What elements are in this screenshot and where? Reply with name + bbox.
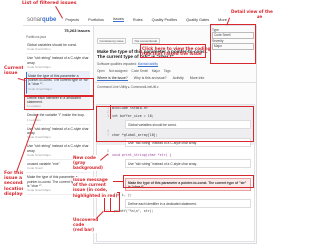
code-line: 11 printf("%s\n", str);	[105, 209, 154, 213]
tag-severity: Major	[151, 68, 160, 73]
detail-highlight-box	[210, 24, 256, 64]
rule-link[interactable]: Maintainability	[138, 62, 158, 66]
annotation-current-issue: Current issue	[4, 66, 24, 77]
annotation-issue-message: Issue message of the current issue (in c…	[73, 177, 118, 198]
tab-where[interactable]: Where is the issue?	[97, 76, 128, 81]
code-line: 9 void print_string(char *str) {	[107, 153, 172, 157]
issue-card[interactable]: Use "std::string" instead of a C-style c…	[26, 124, 90, 143]
issue-list: 75,263 Issues Partitions.java Global var…	[23, 26, 94, 244]
issue-card[interactable]: Use "std::string" instead of a C-style c…	[26, 54, 90, 73]
new-code-box	[96, 106, 254, 142]
tag-type: Code Smell	[131, 68, 148, 73]
inline-issue[interactable]: Use "std::string" instead of a C-style c…	[125, 159, 251, 168]
assignee-select[interactable]: Not assigned	[109, 69, 128, 73]
nav-projects[interactable]: Projects	[65, 18, 79, 22]
code-line: 10 int i, j;	[105, 193, 132, 197]
annotation-new-code: New code (gray background)	[73, 155, 103, 171]
tab-activity[interactable]: Activity	[173, 76, 184, 81]
nav-quality-gates[interactable]: Quality Gates	[186, 18, 209, 22]
tab-more-info[interactable]: More info	[190, 76, 205, 81]
nav-issues[interactable]: Issues	[112, 17, 124, 22]
issue-card[interactable]: Global variables should be const. Code Sm…	[26, 41, 90, 55]
file-label: Partitions.java	[26, 35, 47, 39]
code-file-header: Command Line Utility ▸ CommandLineUtil.c	[97, 84, 159, 89]
consistency-pill: Consistency issue	[97, 37, 127, 45]
inline-issue[interactable]: Define each identifier in a dedicated st…	[125, 199, 251, 208]
nav-more[interactable]: More	[218, 18, 227, 22]
issue-message-box	[123, 175, 254, 188]
secondary-issue-box	[24, 96, 94, 110]
annotation-filtered-issues: List of filtered issues	[22, 1, 77, 6]
annotation-uncovered: Uncovered code (red bar)	[73, 217, 99, 233]
annotation-coding-rule: Click here to view the coding rule that …	[142, 46, 211, 57]
tags-button[interactable]: Tags	[164, 69, 171, 73]
nav-quality-profiles[interactable]: Quality Profiles	[152, 18, 178, 22]
current-issue-box	[24, 78, 94, 96]
status-select[interactable]: Open	[97, 69, 105, 73]
sonarqube-logo: sonarqube	[27, 16, 57, 23]
arrow	[113, 181, 123, 182]
qualities-label: Software qualities impacted:	[97, 61, 137, 66]
nav-portfolios[interactable]: Portfolios	[88, 18, 104, 22]
nav-rules[interactable]: Rules	[133, 18, 143, 22]
issue-count: 75,263 Issues	[64, 28, 90, 33]
tab-why[interactable]: Why is this an issue?	[134, 76, 167, 81]
